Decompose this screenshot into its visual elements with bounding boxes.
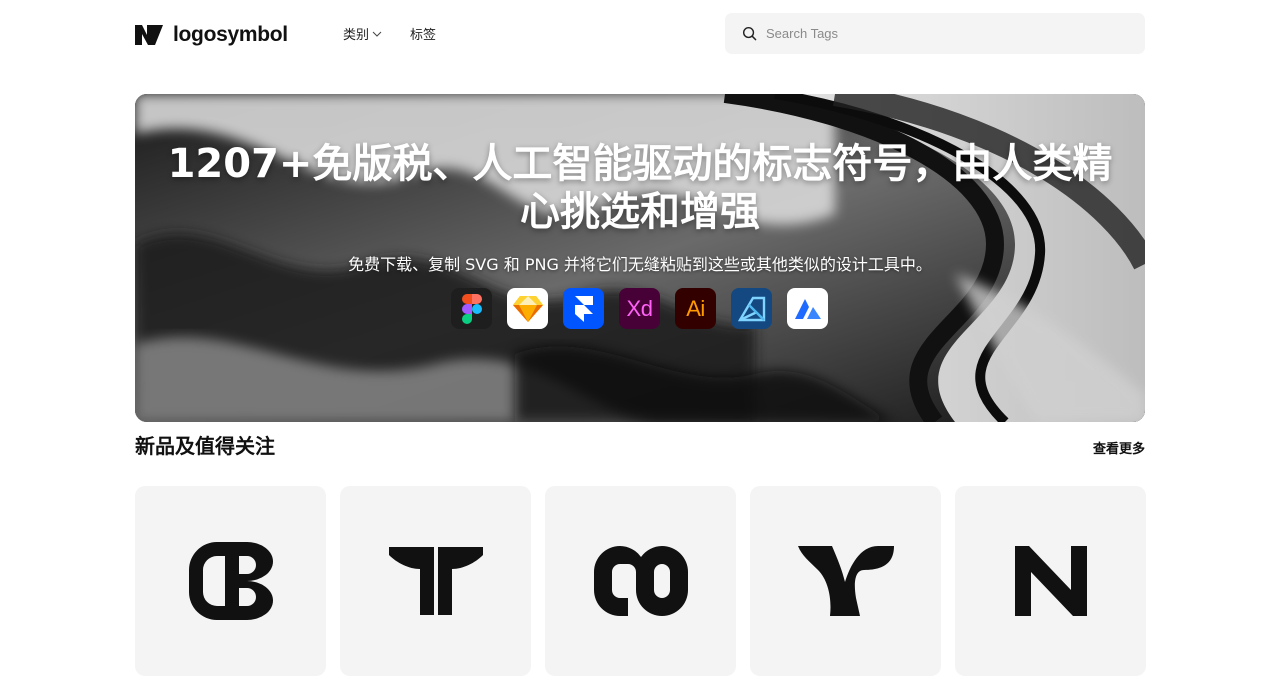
nav-item-tags[interactable]: 标签: [410, 24, 436, 43]
logo-grid: [135, 486, 1146, 676]
brand-logo[interactable]: logosymbol: [135, 20, 288, 50]
sketch-icon[interactable]: [507, 288, 548, 329]
nav-item-label: 类别: [343, 28, 370, 43]
tt-monogram-logo: [388, 547, 483, 615]
hero-subtitle: 免费下载、复制 SVG 和 PNG 并将它们无缝粘贴到这些或其他类似的设计工具中…: [348, 255, 932, 274]
chevron-down-icon: [372, 31, 382, 37]
hero-title: 1207+免版税、人工智能驱动的标志符号，由人类精心挑选和增强: [167, 141, 1113, 235]
logo-card[interactable]: [135, 486, 326, 676]
framer-icon[interactable]: [563, 288, 604, 329]
lunacy-icon[interactable]: [787, 288, 828, 329]
nav-item-label: 标签: [410, 28, 437, 43]
site-header: logosymbol 类别 标签: [0, 0, 1280, 68]
hero-banner: 1207+免版税、人工智能驱动的标志符号，由人类精心挑选和增强 免费下载、复制 …: [135, 94, 1145, 422]
co-loop-logo: [593, 546, 688, 616]
search-icon: [742, 26, 757, 41]
figma-icon[interactable]: [451, 288, 492, 329]
see-more-link[interactable]: 查看更多: [1093, 438, 1145, 457]
design-tools-row: Xd Ai: [451, 288, 843, 329]
main-nav: 类别 标签: [343, 24, 436, 43]
adobe-illustrator-icon[interactable]: Ai: [675, 288, 716, 329]
affinity-designer-icon[interactable]: [731, 288, 772, 329]
search-input[interactable]: [766, 26, 1126, 41]
search-bar: [725, 13, 1145, 54]
logo-card[interactable]: [340, 486, 531, 676]
cb-monogram-logo: [188, 542, 273, 620]
logo-card[interactable]: [955, 486, 1146, 676]
logo-card[interactable]: [545, 486, 736, 676]
logosymbol-icon: [135, 25, 163, 45]
y-branch-logo: [797, 546, 894, 616]
n-monogram-logo: [1014, 546, 1087, 616]
nav-item-categories[interactable]: 类别: [343, 24, 382, 43]
brand-name: logosymbol: [173, 23, 288, 46]
logo-card[interactable]: [750, 486, 941, 676]
section-title: 新品及值得关注: [135, 434, 275, 458]
adobe-xd-icon[interactable]: Xd: [619, 288, 660, 329]
